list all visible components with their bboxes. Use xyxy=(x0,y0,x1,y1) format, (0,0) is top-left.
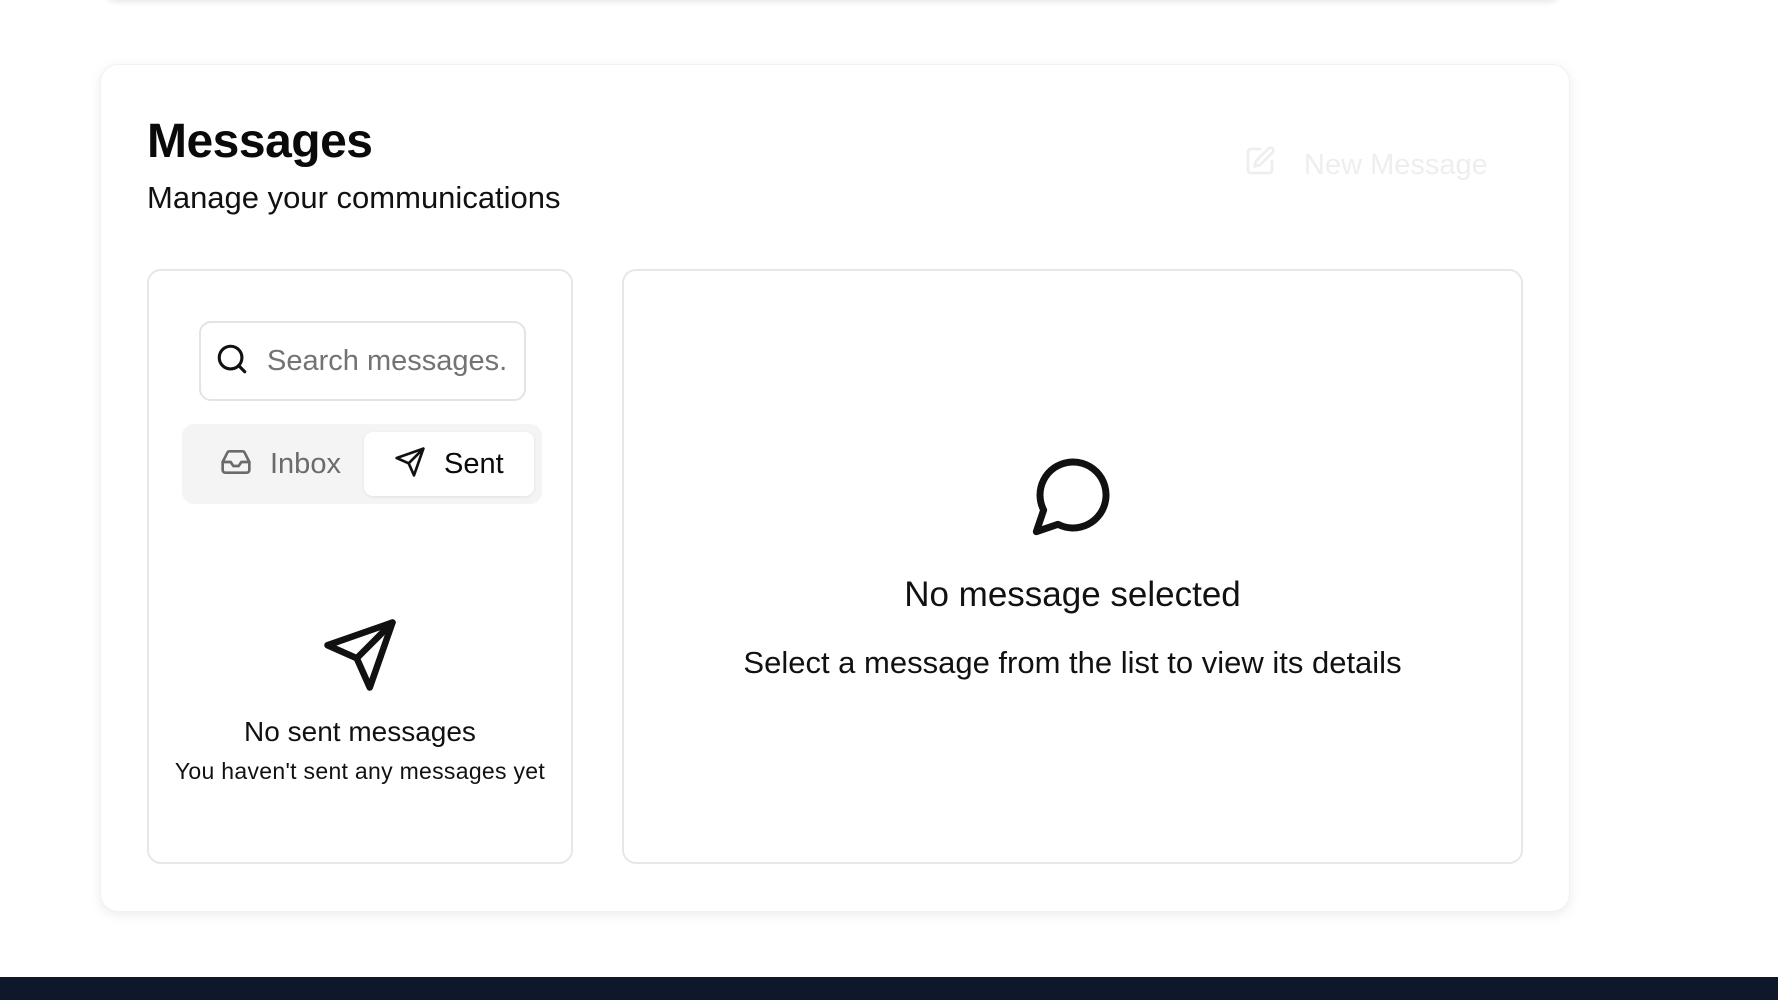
page-title: Messages xyxy=(147,115,373,168)
tab-sent-label: Sent xyxy=(444,447,504,480)
empty-sent-state: No sent messages You haven't sent any me… xyxy=(149,616,571,785)
new-message-label: New Message xyxy=(1304,148,1488,181)
message-detail-panel: No message selected Select a message fro… xyxy=(622,269,1523,864)
empty-detail-description: Select a message from the list to view i… xyxy=(743,645,1402,680)
search-input[interactable] xyxy=(267,344,507,378)
empty-sent-title: No sent messages xyxy=(244,716,476,747)
new-message-button[interactable]: New Message xyxy=(1236,138,1506,192)
page-subtitle: Manage your communications xyxy=(147,180,561,215)
message-circle-icon xyxy=(624,451,1521,539)
empty-sent-description: You haven't sent any messages yet xyxy=(174,758,546,784)
send-icon xyxy=(149,616,571,694)
search-icon xyxy=(215,342,249,381)
send-icon xyxy=(394,446,426,483)
tab-inbox-label: Inbox xyxy=(270,447,341,480)
empty-detail-title: No message selected xyxy=(904,575,1241,614)
message-list-panel: Inbox Sent No sent messages You haven't … xyxy=(147,269,573,864)
footer-bar xyxy=(0,977,1778,1000)
empty-detail-state: No message selected Select a message fro… xyxy=(624,451,1521,681)
tab-sent[interactable]: Sent xyxy=(364,432,534,496)
tab-bar: Inbox Sent xyxy=(182,424,542,504)
search-box[interactable] xyxy=(199,321,526,401)
edit-icon xyxy=(1244,145,1276,185)
inbox-icon xyxy=(220,446,252,483)
tab-inbox[interactable]: Inbox xyxy=(190,432,360,496)
